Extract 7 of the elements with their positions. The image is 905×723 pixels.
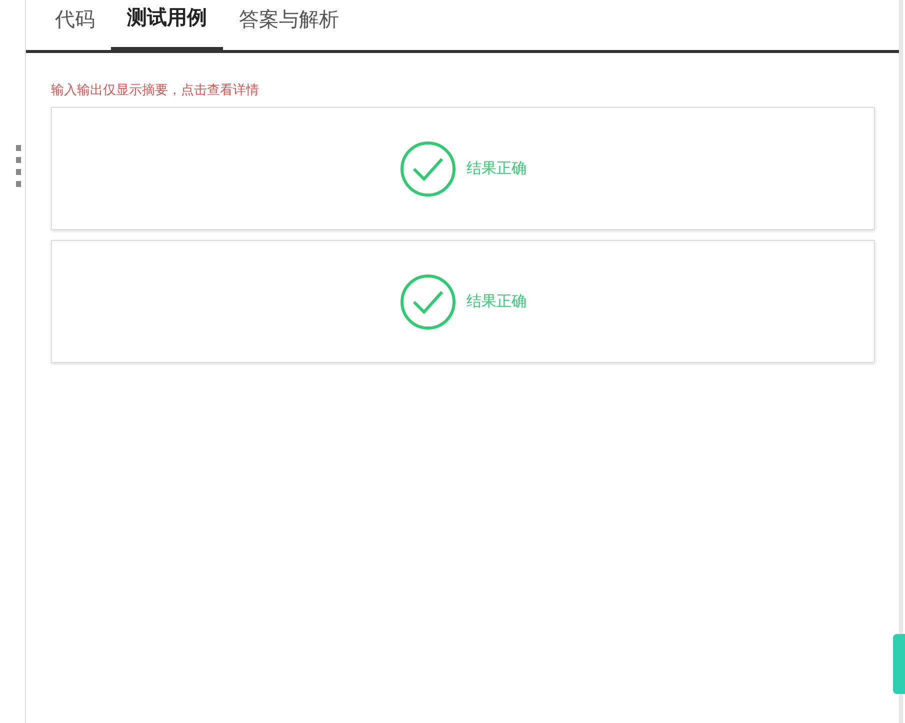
tab[interactable]: 答案与解析 — [223, 0, 355, 53]
result-text: 结果正确 — [466, 159, 526, 178]
tab[interactable]: 代码 — [39, 0, 111, 53]
result-text: 结果正确 — [466, 292, 526, 311]
tab[interactable]: 测试用例 — [111, 0, 223, 53]
drag-handle-icon[interactable] — [16, 145, 22, 189]
notice-text: 输入输出仅显示摘要，点击查看详情 — [51, 82, 260, 99]
